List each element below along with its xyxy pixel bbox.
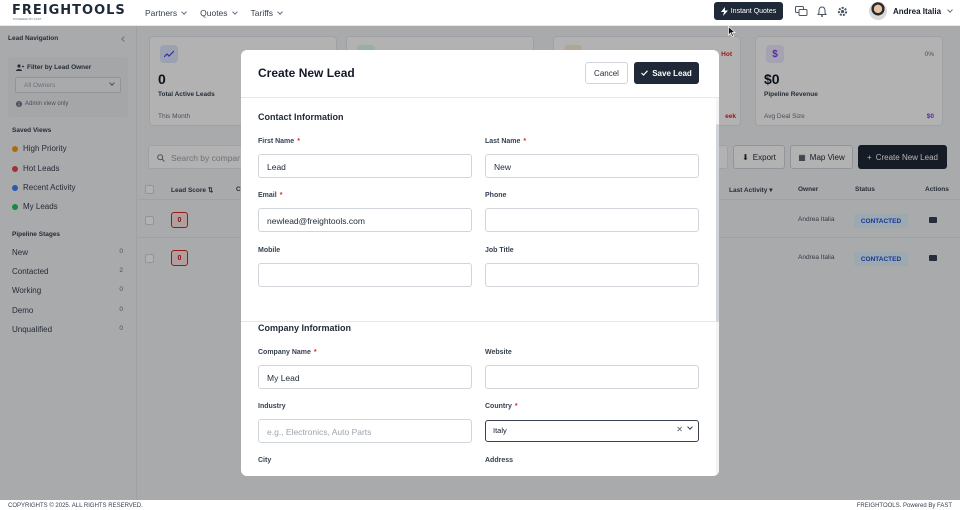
save-lead-label: Save Lead bbox=[652, 68, 692, 78]
modal-scrollbar-thumb[interactable] bbox=[716, 124, 719, 322]
last-name-input[interactable]: New bbox=[485, 154, 699, 178]
job-title-input[interactable] bbox=[485, 263, 699, 287]
instant-quotes-button[interactable]: Instant Quotes bbox=[714, 2, 783, 20]
copyright-text: COPYRIGHTS © 2025. ALL RIGHTS RESERVED. bbox=[8, 503, 143, 509]
company-name-label-text: Company Name bbox=[258, 349, 311, 356]
job-title-label: Job Title bbox=[485, 247, 514, 254]
user-menu[interactable]: Andrea Italia bbox=[869, 2, 953, 20]
instant-quotes-label: Instant Quotes bbox=[730, 7, 777, 15]
chevron-down-icon bbox=[181, 8, 187, 15]
first-name-label: First Name * bbox=[258, 138, 300, 145]
first-name-label-text: First Name bbox=[258, 138, 295, 145]
nav-partners-label: Partners bbox=[145, 8, 178, 18]
mobile-input[interactable] bbox=[258, 263, 472, 287]
nav-tariffs-label: Tariffs bbox=[250, 8, 274, 18]
create-lead-modal: Create New Lead Cancel Save Lead Contact… bbox=[241, 50, 719, 476]
industry-label: Industry bbox=[258, 403, 286, 410]
nav-quotes[interactable]: Quotes bbox=[200, 8, 238, 18]
top-navbar: FREIGHTOOLS POWERED BY FAST Partners Quo… bbox=[0, 0, 960, 26]
chevron-down-icon bbox=[687, 424, 693, 430]
nav-tariffs[interactable]: Tariffs bbox=[251, 8, 283, 18]
modal-header: Create New Lead Cancel Save Lead bbox=[241, 50, 719, 98]
nav-partners[interactable]: Partners bbox=[145, 8, 187, 18]
phone-input[interactable] bbox=[485, 208, 699, 232]
section-divider bbox=[241, 321, 719, 322]
phone-label: Phone bbox=[485, 192, 507, 199]
city-label: City bbox=[258, 457, 272, 464]
lightning-icon bbox=[720, 6, 728, 16]
mouse-cursor-icon bbox=[728, 26, 736, 37]
country-select[interactable]: Italy ✕ bbox=[485, 420, 699, 442]
logo-text: FREIGHTOOLS bbox=[12, 3, 126, 18]
save-lead-button[interactable]: Save Lead bbox=[634, 62, 699, 84]
country-label-text: Country bbox=[485, 403, 512, 410]
check-icon bbox=[641, 70, 649, 76]
chevron-down-icon bbox=[231, 8, 238, 15]
bell-icon[interactable] bbox=[815, 4, 829, 18]
powered-by-text: FREIGHTOOLS. Powered By FAST bbox=[856, 503, 952, 509]
email-label-text: Email bbox=[258, 192, 277, 199]
chat-icon[interactable] bbox=[794, 4, 808, 18]
industry-input[interactable]: e.g., Electronics, Auto Parts bbox=[258, 419, 472, 443]
modal-title: Create New Lead bbox=[258, 66, 355, 80]
page-footer: COPYRIGHTS © 2025. ALL RIGHTS RESERVED. … bbox=[0, 500, 960, 510]
mobile-label: Mobile bbox=[258, 247, 281, 254]
user-name: Andrea Italia bbox=[893, 6, 942, 16]
contact-section-title: Contact Information bbox=[258, 112, 344, 122]
company-section-title: Company Information bbox=[258, 323, 352, 333]
email-label: Email * bbox=[258, 192, 283, 199]
logo-tagline: POWERED BY FAST bbox=[13, 17, 42, 21]
country-label: Country * bbox=[485, 403, 518, 410]
avatar bbox=[869, 2, 887, 20]
company-name-input[interactable]: My Lead bbox=[258, 365, 472, 389]
company-name-label: Company Name * bbox=[258, 349, 317, 356]
main-menu: Partners Quotes Tariffs bbox=[145, 0, 283, 26]
website-input[interactable] bbox=[485, 365, 699, 389]
last-name-label-text: Last Name bbox=[485, 138, 521, 145]
chevron-down-icon bbox=[947, 6, 953, 13]
last-name-label: Last Name * bbox=[485, 138, 527, 145]
nav-quotes-label: Quotes bbox=[200, 8, 228, 18]
gear-icon[interactable] bbox=[835, 4, 849, 18]
website-label: Website bbox=[485, 349, 512, 356]
logo[interactable]: FREIGHTOOLS POWERED BY FAST bbox=[12, 3, 126, 21]
chevron-down-icon bbox=[277, 8, 283, 15]
clear-icon[interactable]: ✕ bbox=[676, 425, 683, 434]
address-label: Address bbox=[485, 457, 514, 464]
first-name-input[interactable]: Lead bbox=[258, 154, 472, 178]
country-select-value: Italy bbox=[493, 426, 507, 435]
cancel-button[interactable]: Cancel bbox=[585, 62, 628, 84]
email-input[interactable]: newlead@freightools.com bbox=[258, 208, 472, 232]
